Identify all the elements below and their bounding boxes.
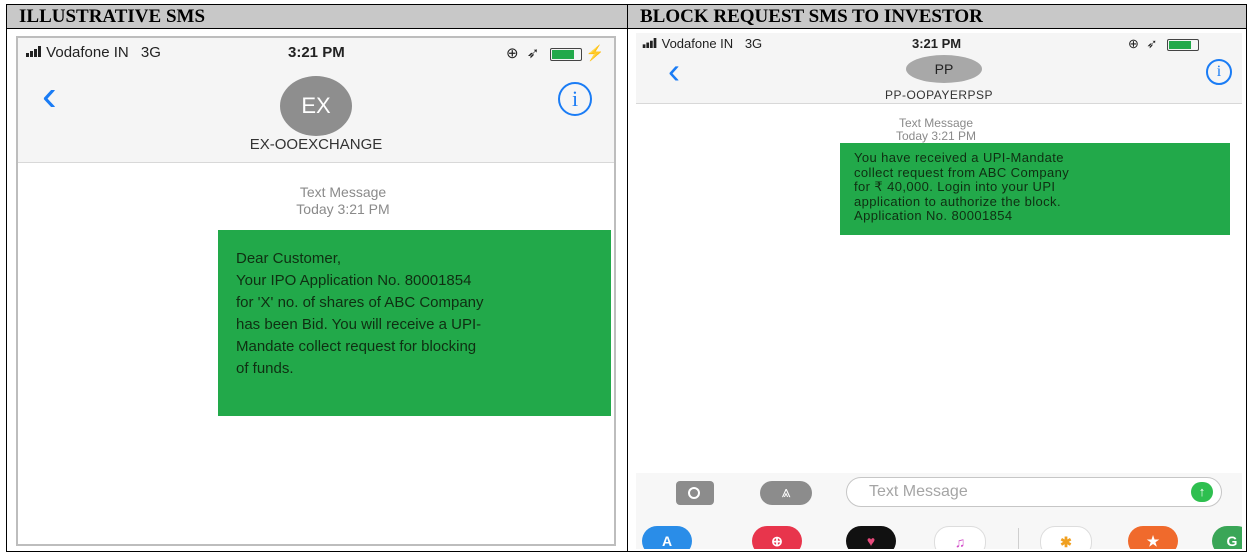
music-icon[interactable]: ♫ — [934, 526, 986, 549]
message-line: for 'X' no. of shares of ABC Company — [236, 294, 484, 311]
message-line: for ₹ 40,000. Login into your UPI — [854, 179, 1056, 194]
right-phone-screenshot: Vodafone IN 3G 3:21 PM ⊕ ➶ ‹ PP PP-OOPAY… — [636, 33, 1242, 549]
conversation-header: Vodafone IN 3G 3:21 PM ⊕ ➶ ⚡ ‹ EX EX-OOE… — [18, 38, 614, 163]
orientation-lock-icon: ⊕ — [506, 45, 519, 62]
contact-avatar[interactable]: PP — [906, 55, 982, 83]
message-line: Mandate collect request for blocking — [236, 338, 477, 355]
info-button[interactable]: i — [1206, 59, 1232, 85]
send-button[interactable]: ↑ — [1191, 482, 1213, 502]
message-line: Application No. 80001854 — [854, 208, 1013, 223]
web-search-icon[interactable]: ⊕ — [752, 526, 802, 549]
header-left: ILLUSTRATIVE SMS — [7, 5, 627, 28]
message-bubble: You have received a UPI-Mandate collect … — [840, 143, 1230, 235]
game-icon[interactable]: ★ — [1128, 526, 1178, 549]
status-bar-left: Vodafone IN 3G — [642, 36, 762, 51]
signal-bars-icon — [642, 36, 658, 51]
photos-icon[interactable]: ✱ — [1040, 526, 1092, 549]
contact-name[interactable]: EX-OOEXCHANGE — [18, 136, 614, 153]
drawer-divider — [1018, 528, 1019, 549]
carrier-name: Vodafone IN — [46, 44, 129, 61]
location-icon: ➶ — [1146, 36, 1158, 51]
left-phone-screenshot: Vodafone IN 3G 3:21 PM ⊕ ➶ ⚡ ‹ EX EX-OOE… — [16, 36, 616, 546]
message-line: Dear Customer, — [236, 250, 342, 267]
battery-icon — [549, 47, 582, 61]
message-timestamp: Today 3:21 PM — [895, 129, 977, 143]
message-line: collect request from ABC Company — [854, 164, 1070, 180]
header-divider — [6, 28, 1247, 29]
digital-touch-icon[interactable]: ♥ — [846, 526, 896, 549]
message-meta: Text Message Today 3:21 PM — [806, 117, 1066, 143]
column-divider — [627, 4, 628, 552]
info-button[interactable]: i — [558, 82, 592, 116]
app-store-icon[interactable]: ⩓ — [760, 481, 812, 505]
message-line: You have received a UPI-Mandate — [854, 150, 1064, 165]
network-type: 3G — [140, 44, 161, 61]
network-type: 3G — [744, 36, 763, 51]
message-bubble: Dear Customer, Your IPO Application No. … — [218, 230, 611, 416]
back-button[interactable]: ‹ — [668, 53, 680, 89]
contact-avatar[interactable]: EX — [280, 76, 352, 136]
message-type-label: Text Message — [299, 184, 387, 200]
message-line: Your IPO Application No. 80001854 — [236, 272, 472, 289]
compose-bar: ⩓ Text Message ↑ A ⊕ ♥ ♫ ✱ ★ G — [636, 473, 1242, 549]
status-bar-right: ⊕ ➶ — [1128, 36, 1200, 52]
header-right: BLOCK REQUEST SMS TO INVESTOR — [628, 5, 1246, 28]
location-icon: ➶ — [526, 45, 540, 62]
message-meta: Text Message Today 3:21 PM — [218, 184, 468, 218]
message-line: of funds. — [236, 360, 294, 377]
camera-icon[interactable] — [676, 481, 714, 505]
message-line: has been Bid. You will receive a UPI- — [236, 316, 482, 333]
message-input-placeholder: Text Message — [869, 483, 968, 500]
app-store-icon[interactable]: A — [642, 526, 692, 549]
status-bar-left: Vodafone IN 3G — [26, 44, 161, 61]
orientation-lock-icon: ⊕ — [1128, 36, 1139, 51]
status-time: 3:21 PM — [912, 36, 962, 51]
signal-bars-icon — [26, 44, 42, 57]
maps-icon[interactable]: G — [1212, 526, 1242, 549]
message-line: application to authorize the block. — [854, 193, 1061, 209]
charging-icon: ⚡ — [585, 45, 605, 62]
back-button[interactable]: ‹ — [42, 74, 57, 118]
status-bar-right: ⊕ ➶ ⚡ — [506, 44, 604, 62]
status-time: 3:21 PM — [288, 44, 345, 61]
contact-name[interactable]: PP-OOPAYERPSP — [636, 88, 1242, 102]
battery-icon — [1167, 38, 1200, 51]
message-input[interactable]: Text Message ↑ — [846, 477, 1222, 507]
message-timestamp: Today 3:21 PM — [296, 201, 390, 217]
carrier-name: Vodafone IN — [661, 36, 734, 51]
conversation-header: Vodafone IN 3G 3:21 PM ⊕ ➶ ‹ PP PP-OOPAY… — [636, 33, 1242, 104]
